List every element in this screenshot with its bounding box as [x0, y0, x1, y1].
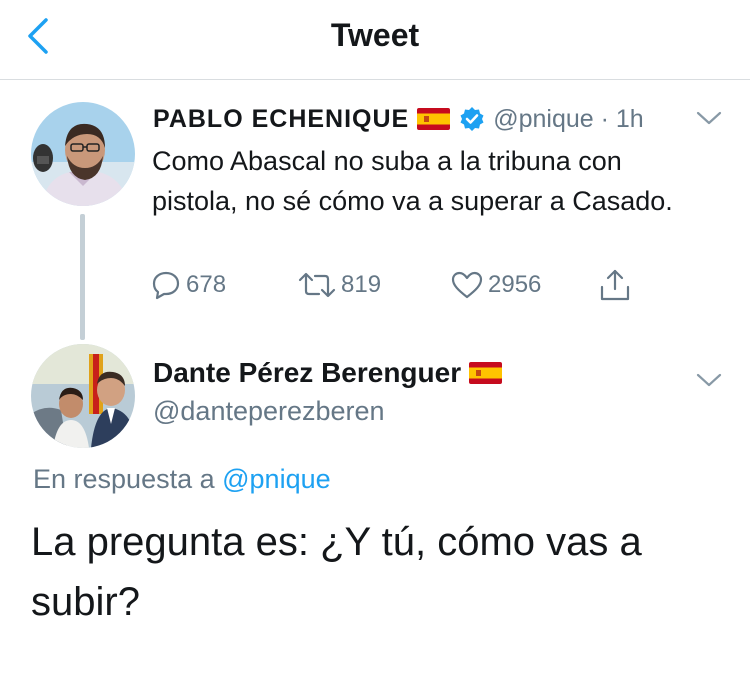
like-button[interactable]: 2956	[450, 268, 541, 302]
tweet-text: La pregunta es: ¿Y tú, cómo vas a subir?	[31, 520, 642, 624]
spain-flag-icon	[469, 362, 503, 384]
verified-badge-icon	[459, 106, 485, 132]
avatar[interactable]	[31, 344, 135, 448]
reply-prefix: En respuesta a	[33, 464, 223, 494]
author-name[interactable]: Dante Pérez Berenguer	[153, 357, 461, 389]
author-handle[interactable]: @danteperezberen	[153, 396, 385, 427]
tweet-author-row: Dante Pérez Berenguer	[153, 357, 503, 389]
like-count: 2956	[488, 271, 542, 298]
chevron-down-icon	[696, 373, 722, 387]
thread-connector	[80, 214, 85, 340]
author-handle[interactable]: @pnique	[493, 105, 593, 133]
share-button[interactable]	[597, 268, 633, 302]
spain-flag-icon	[417, 108, 451, 130]
more-options-button[interactable]	[694, 370, 724, 390]
retweet-icon	[298, 272, 336, 298]
tweet-author-row: PABLO ECHENIQUE @pnique · 1h	[153, 100, 644, 138]
separator-dot: ·	[593, 104, 616, 133]
reply-mention-link[interactable]: @pnique	[222, 464, 331, 494]
share-icon	[600, 269, 630, 301]
chevron-down-icon	[696, 111, 722, 125]
author-handle-and-time: @pnique · 1h	[493, 105, 643, 134]
retweet-button[interactable]: 819	[297, 268, 381, 302]
reply-count: 678	[186, 271, 227, 298]
heart-icon	[451, 271, 483, 299]
tweet-text: Como Abascal no suba a la tribuna con pi…	[152, 146, 673, 216]
tweet-time: 1h	[615, 104, 644, 133]
avatar[interactable]	[31, 102, 135, 206]
top-nav-bar: Tweet	[0, 0, 750, 80]
reply-button[interactable]: 678	[150, 268, 226, 302]
page-title: Tweet	[330, 17, 420, 53]
more-options-button[interactable]	[694, 108, 724, 128]
speech-bubble-icon	[152, 271, 180, 300]
author-name[interactable]: PABLO ECHENIQUE	[153, 105, 409, 134]
reply-context: En respuesta a @pnique	[33, 464, 331, 495]
tweet-actions: 678 819 2956	[150, 268, 650, 302]
retweet-count: 819	[341, 271, 382, 298]
